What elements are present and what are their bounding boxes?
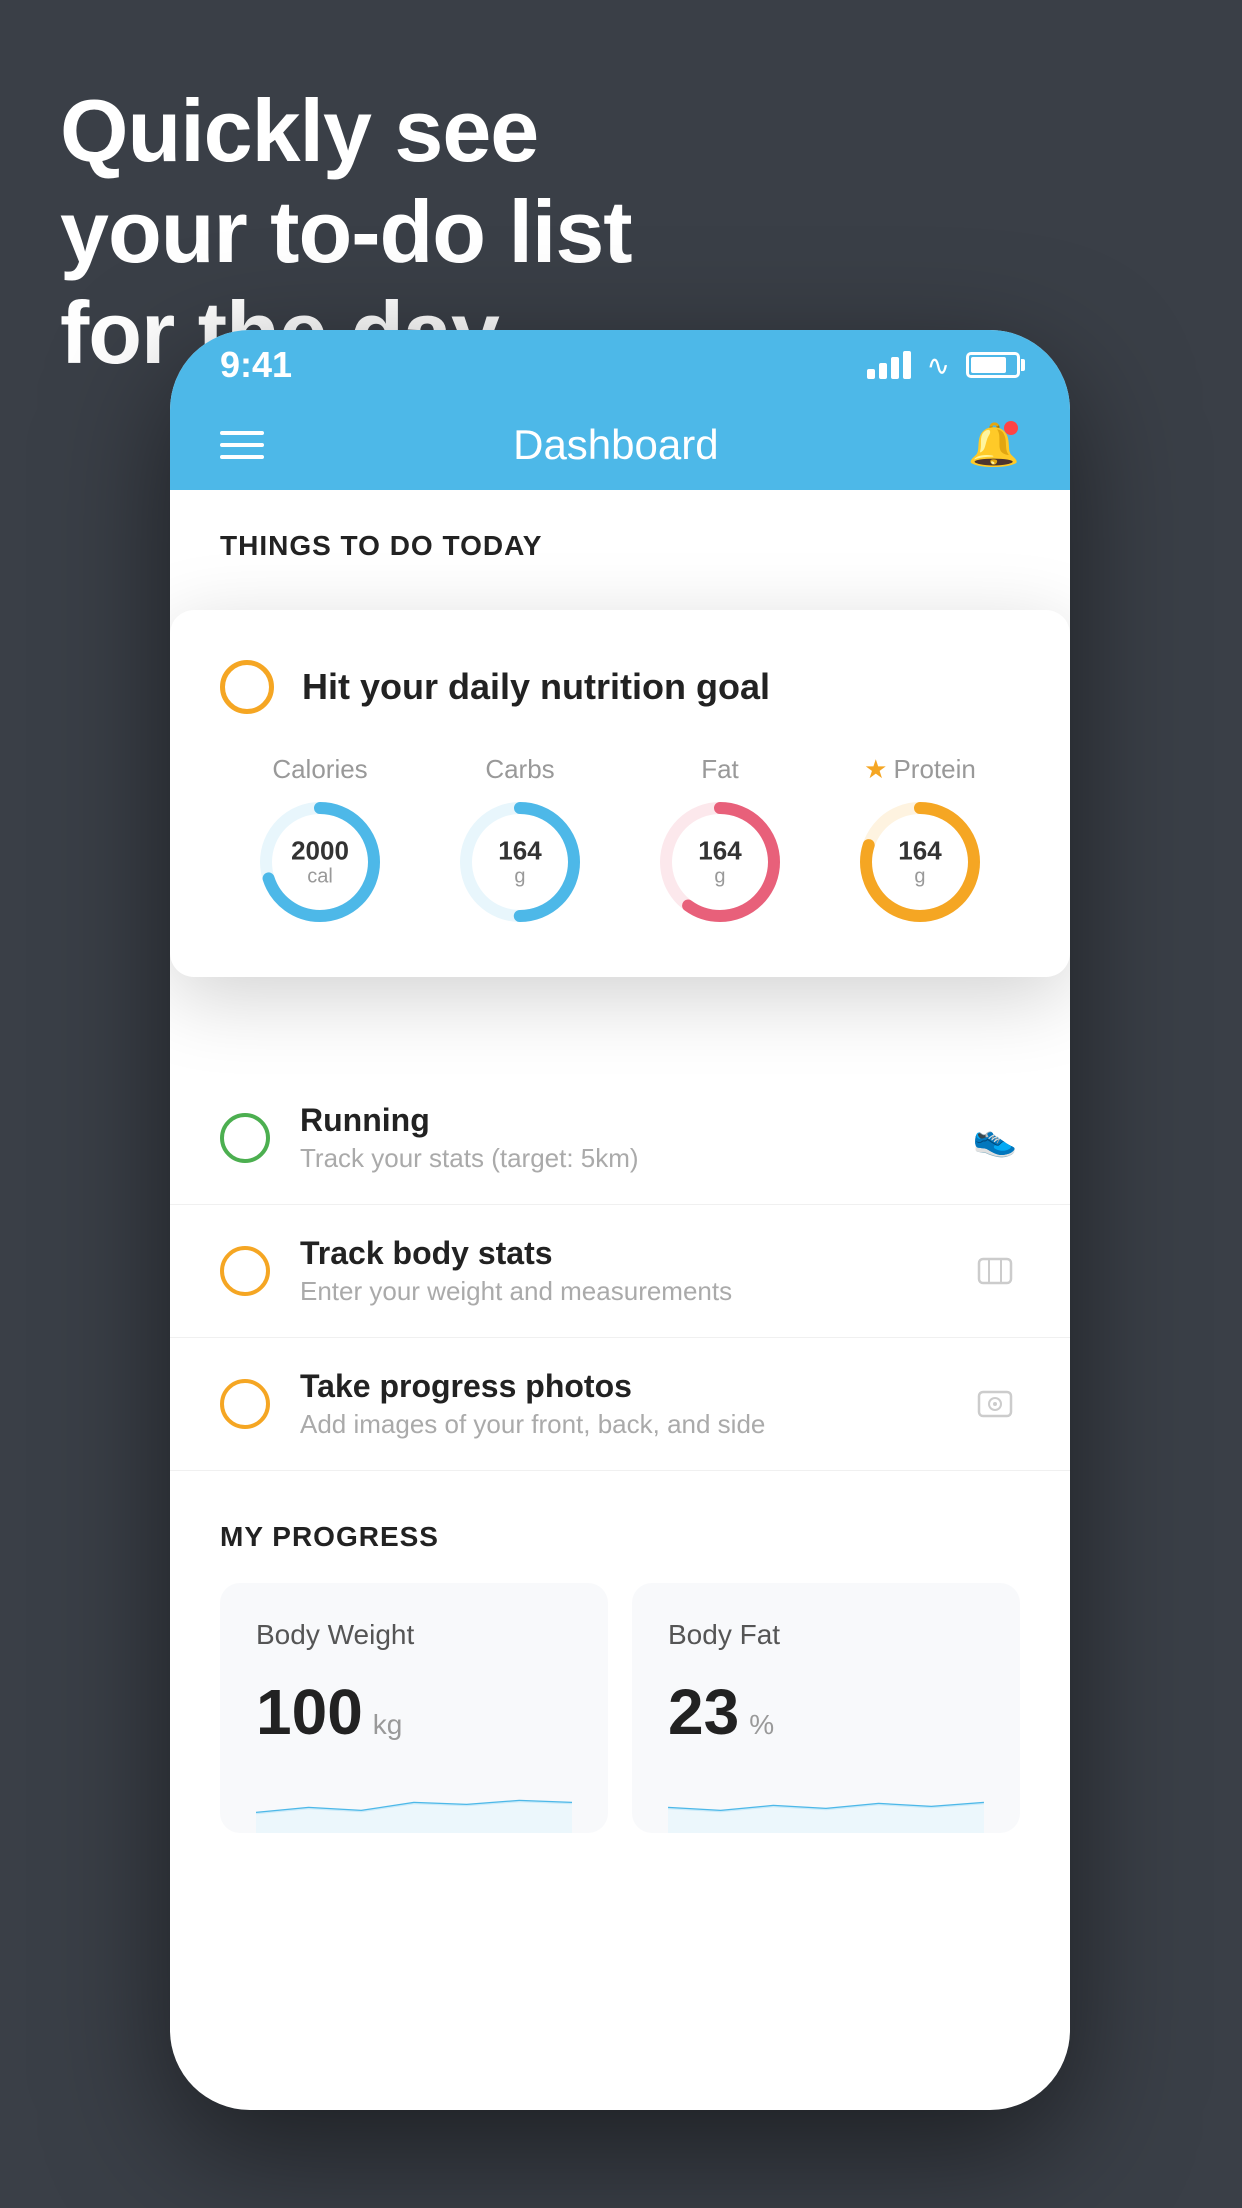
body-weight-value-row: 100 kg — [256, 1675, 572, 1749]
body-stats-text: Track body stats Enter your weight and m… — [300, 1235, 940, 1307]
card-title-row: Hit your daily nutrition goal — [220, 660, 1020, 714]
photos-text: Take progress photos Add images of your … — [300, 1368, 940, 1440]
nutrition-fat: Fat 164 g — [655, 754, 785, 927]
task-circle-nutrition[interactable] — [220, 660, 274, 714]
carbs-label: Carbs — [485, 754, 554, 785]
body-weight-value: 100 — [256, 1675, 363, 1749]
body-fat-value-row: 23 % — [668, 1675, 984, 1749]
signal-icon — [867, 351, 911, 379]
body-weight-card[interactable]: Body Weight 100 kg — [220, 1583, 608, 1833]
star-icon: ★ — [864, 754, 887, 785]
running-title: Running — [300, 1102, 940, 1139]
body-fat-chart — [668, 1773, 984, 1833]
scale-icon — [970, 1246, 1020, 1296]
body-weight-label: Body Weight — [256, 1619, 572, 1651]
body-fat-label: Body Fat — [668, 1619, 984, 1651]
nutrition-calories: Calories 2000 cal — [255, 754, 385, 927]
body-fat-card[interactable]: Body Fat 23 % — [632, 1583, 1020, 1833]
status-bar: 9:41 ∿ — [170, 330, 1070, 400]
fat-donut: 164 g — [655, 797, 785, 927]
protein-donut: 164 g — [855, 797, 985, 927]
todo-item-photos[interactable]: Take progress photos Add images of your … — [170, 1338, 1070, 1471]
progress-cards: Body Weight 100 kg Body Fat — [220, 1583, 1020, 1833]
photos-title: Take progress photos — [300, 1368, 940, 1405]
shoe-icon: 👟 — [970, 1113, 1020, 1163]
nutrition-carbs: Carbs 164 g — [455, 754, 585, 927]
nav-bar: Dashboard 🔔 — [170, 400, 1070, 490]
todo-item-running[interactable]: Running Track your stats (target: 5km) 👟 — [170, 1072, 1070, 1205]
calories-label: Calories — [272, 754, 367, 785]
nutrition-card: Hit your daily nutrition goal Calories 2… — [170, 610, 1070, 977]
phone-frame: 9:41 ∿ Dashboard 🔔 THI — [170, 330, 1070, 2110]
body-weight-unit: kg — [373, 1709, 403, 1741]
content-area: THINGS TO DO TODAY Hit your daily nutrit… — [170, 490, 1070, 1883]
fat-label: Fat — [701, 754, 739, 785]
body-fat-unit: % — [749, 1709, 774, 1741]
running-subtitle: Track your stats (target: 5km) — [300, 1143, 940, 1174]
wifi-icon: ∿ — [927, 349, 950, 382]
body-stats-title: Track body stats — [300, 1235, 940, 1272]
body-fat-value: 23 — [668, 1675, 739, 1749]
todo-item-body-stats[interactable]: Track body stats Enter your weight and m… — [170, 1205, 1070, 1338]
progress-section-title: MY PROGRESS — [220, 1521, 1020, 1553]
hamburger-menu[interactable] — [220, 431, 264, 459]
notification-bell-icon[interactable]: 🔔 — [968, 421, 1020, 470]
photo-icon — [970, 1379, 1020, 1429]
card-title: Hit your daily nutrition goal — [302, 666, 770, 708]
status-time: 9:41 — [220, 344, 292, 386]
body-stats-circle — [220, 1246, 270, 1296]
nav-title: Dashboard — [513, 421, 718, 469]
body-weight-chart — [256, 1773, 572, 1833]
nutrition-protein: ★ Protein 164 g — [855, 754, 985, 927]
calories-donut: 2000 cal — [255, 797, 385, 927]
carbs-donut: 164 g — [455, 797, 585, 927]
photos-subtitle: Add images of your front, back, and side — [300, 1409, 940, 1440]
progress-section: MY PROGRESS Body Weight 100 kg — [170, 1471, 1070, 1883]
nutrition-row: Calories 2000 cal Carbs — [220, 754, 1020, 927]
body-stats-subtitle: Enter your weight and measurements — [300, 1276, 940, 1307]
section-header-things-to-do: THINGS TO DO TODAY — [170, 490, 1070, 582]
running-text: Running Track your stats (target: 5km) — [300, 1102, 940, 1174]
battery-icon — [966, 352, 1020, 378]
notification-badge — [1004, 421, 1018, 435]
protein-label: ★ Protein — [864, 754, 976, 785]
status-icons: ∿ — [867, 349, 1020, 382]
photos-circle — [220, 1379, 270, 1429]
running-circle — [220, 1113, 270, 1163]
